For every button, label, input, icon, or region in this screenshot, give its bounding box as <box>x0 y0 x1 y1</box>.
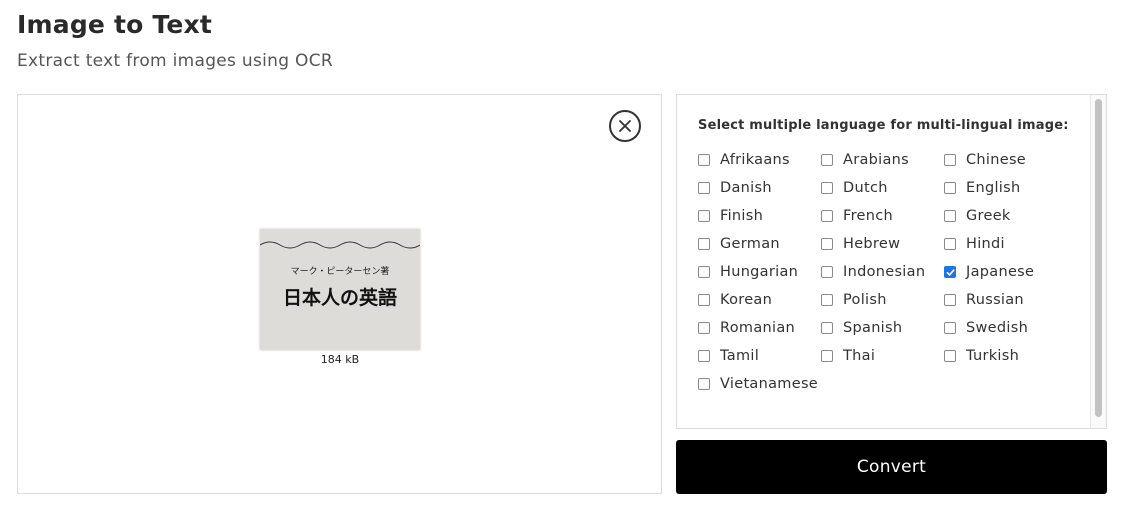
language-checkbox[interactable] <box>821 210 833 222</box>
language-option-german[interactable]: German <box>698 230 821 258</box>
language-label: Japanese <box>966 264 1035 280</box>
language-label: Afrikaans <box>720 152 790 168</box>
language-option-greek[interactable]: Greek <box>944 202 1067 230</box>
language-checkbox[interactable] <box>944 266 956 278</box>
language-checkbox[interactable] <box>944 238 956 250</box>
language-checkbox[interactable] <box>698 350 710 362</box>
language-label: Hebrew <box>843 236 901 252</box>
language-option-hindi[interactable]: Hindi <box>944 230 1067 258</box>
language-option-french[interactable]: French <box>821 202 944 230</box>
language-checkbox[interactable] <box>944 182 956 194</box>
scrollbar-thumb[interactable] <box>1095 99 1102 417</box>
language-label: Hindi <box>966 236 1005 252</box>
language-checkbox[interactable] <box>944 350 956 362</box>
language-checkbox[interactable] <box>698 322 710 334</box>
language-label: Swedish <box>966 320 1029 336</box>
language-option-romanian[interactable]: Romanian <box>698 314 821 342</box>
language-option-korean[interactable]: Korean <box>698 286 821 314</box>
language-option-polish[interactable]: Polish <box>821 286 944 314</box>
image-upload-panel[interactable]: マーク・ピーターセン著 日本人の英語 184 kB <box>17 94 662 494</box>
language-option-japanese[interactable]: Japanese <box>944 258 1067 286</box>
language-option-turkish[interactable]: Turkish <box>944 342 1067 370</box>
preview-small-text: マーク・ピーターセン著 <box>290 267 390 277</box>
preview-thumbnail: マーク・ピーターセン著 日本人の英語 <box>260 229 420 350</box>
language-checkbox[interactable] <box>821 350 833 362</box>
language-option-swedish[interactable]: Swedish <box>944 314 1067 342</box>
language-label: Chinese <box>966 152 1027 168</box>
file-size-label: 184 kB <box>320 353 360 366</box>
language-label: Romanian <box>720 320 795 336</box>
language-selector-panel: Select multiple language for multi-lingu… <box>676 94 1107 429</box>
language-option-spanish[interactable]: Spanish <box>821 314 944 342</box>
language-label: Tamil <box>720 348 760 364</box>
convert-button[interactable]: Convert <box>676 440 1107 494</box>
language-label: Korean <box>720 292 773 308</box>
language-checkbox[interactable] <box>944 210 956 222</box>
remove-image-button[interactable] <box>609 110 641 142</box>
language-option-english[interactable]: English <box>944 174 1067 202</box>
language-checkbox[interactable] <box>698 182 710 194</box>
language-option-chinese[interactable]: Chinese <box>944 146 1067 174</box>
language-grid: Afrikaans Arabians Chinese Danish Dutch Engli… <box>698 146 1067 398</box>
language-label: Thai <box>843 348 876 364</box>
language-option-arabians[interactable]: Arabians <box>821 146 944 174</box>
language-label: Vietanamese <box>720 376 819 392</box>
language-option-vietanamese[interactable]: Vietanamese <box>698 370 821 398</box>
language-checkbox[interactable] <box>698 266 710 278</box>
language-checkbox[interactable] <box>698 238 710 250</box>
language-checkbox[interactable] <box>944 154 956 166</box>
language-label: English <box>966 180 1021 196</box>
language-checkbox[interactable] <box>821 322 833 334</box>
language-option-hungarian[interactable]: Hungarian <box>698 258 821 286</box>
language-label: French <box>843 208 894 224</box>
language-label: Danish <box>720 180 772 196</box>
language-checkbox[interactable] <box>698 210 710 222</box>
language-option-hebrew[interactable]: Hebrew <box>821 230 944 258</box>
language-checkbox[interactable] <box>821 294 833 306</box>
language-label: Spanish <box>843 320 903 336</box>
language-option-russian[interactable]: Russian <box>944 286 1067 314</box>
language-option-dutch[interactable]: Dutch <box>821 174 944 202</box>
language-checkbox[interactable] <box>821 266 833 278</box>
language-option-danish[interactable]: Danish <box>698 174 821 202</box>
language-label: Greek <box>966 208 1011 224</box>
language-checkbox[interactable] <box>698 294 710 306</box>
checkmark-icon <box>946 268 955 276</box>
language-checkbox[interactable] <box>821 182 833 194</box>
language-heading: Select multiple language for multi-lingu… <box>698 118 1069 133</box>
language-label: German <box>720 236 780 252</box>
language-label: Turkish <box>966 348 1020 364</box>
language-label: Hungarian <box>720 264 799 280</box>
language-checkbox[interactable] <box>944 294 956 306</box>
language-option-indonesian[interactable]: Indonesian <box>821 258 944 286</box>
language-label: Russian <box>966 292 1024 308</box>
image-preview: マーク・ピーターセン著 日本人の英語 184 kB <box>260 229 420 366</box>
language-checkbox[interactable] <box>698 154 710 166</box>
language-label: Dutch <box>843 180 888 196</box>
language-option-tamil[interactable]: Tamil <box>698 342 821 370</box>
preview-large-text: 日本人の英語 <box>282 287 397 309</box>
language-label: Finish <box>720 208 764 224</box>
language-checkbox[interactable] <box>821 238 833 250</box>
language-label: Arabians <box>843 152 910 168</box>
language-label: Indonesian <box>843 264 926 280</box>
close-icon <box>619 120 631 132</box>
language-checkbox[interactable] <box>698 378 710 390</box>
language-label: Polish <box>843 292 887 308</box>
language-option-finish[interactable]: Finish <box>698 202 821 230</box>
language-option-thai[interactable]: Thai <box>821 342 944 370</box>
language-checkbox[interactable] <box>944 322 956 334</box>
language-checkbox[interactable] <box>821 154 833 166</box>
language-option-afrikaans[interactable]: Afrikaans <box>698 146 821 174</box>
page-title: Image to Text <box>17 10 212 39</box>
page-subtitle: Extract text from images using OCR <box>17 51 334 71</box>
language-scrollbar[interactable] <box>1090 95 1106 428</box>
